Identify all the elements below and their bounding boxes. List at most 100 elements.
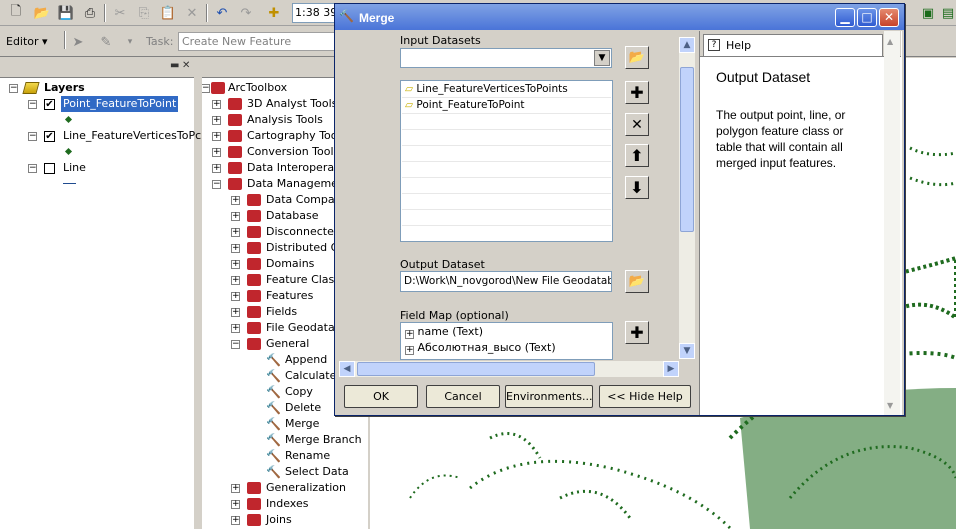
toolbox-item[interactable]: 3D Analyst Tools: [247, 96, 337, 112]
undo-icon[interactable]: ↶: [212, 3, 232, 23]
toolset-item[interactable]: Joins: [266, 512, 292, 528]
sketch-dropdown-icon[interactable]: ▾: [120, 32, 140, 52]
expand-icon[interactable]: +: [231, 324, 240, 333]
collapse-icon[interactable]: −: [231, 340, 240, 349]
editor-menu-button[interactable]: Editor ▾: [6, 35, 48, 48]
cut-icon[interactable]: ✂: [110, 3, 130, 23]
expand-icon[interactable]: +: [231, 484, 240, 493]
cancel-button[interactable]: Cancel: [426, 385, 500, 408]
toolset-item[interactable]: Generalization: [266, 480, 346, 496]
scroll-right-icon[interactable]: ▶: [663, 361, 679, 377]
expand-icon[interactable]: +: [212, 100, 221, 109]
scroll-up-icon[interactable]: ▲: [679, 37, 695, 53]
minimize-button[interactable]: ▁: [835, 8, 855, 27]
scroll-down-icon[interactable]: ▼: [679, 343, 695, 359]
edit-tool-icon[interactable]: ➤: [68, 32, 88, 52]
expand-icon[interactable]: +: [231, 260, 240, 269]
ok-button[interactable]: OK: [344, 385, 418, 408]
expand-icon[interactable]: +: [212, 116, 221, 125]
expand-icon[interactable]: +: [405, 330, 414, 339]
redo-icon[interactable]: ↷: [236, 3, 256, 23]
add-button[interactable]: ✚: [625, 81, 649, 104]
close-button[interactable]: ✕: [879, 8, 899, 27]
expand-icon[interactable]: +: [405, 346, 414, 355]
input-datasets-dropdown[interactable]: ▼: [400, 48, 612, 68]
toolset-item[interactable]: General: [266, 336, 309, 352]
scroll-up-icon[interactable]: ▲: [887, 37, 893, 46]
sketch-tool-icon[interactable]: ✎: [96, 32, 116, 52]
scroll-thumb[interactable]: [357, 362, 595, 376]
tool-item[interactable]: Delete: [285, 400, 321, 416]
toolset-item[interactable]: File Geodatab: [266, 320, 342, 336]
collapse-icon[interactable]: −: [212, 180, 221, 189]
list-item[interactable]: ▱ Line_FeatureVerticesToPoints: [402, 82, 611, 98]
toolset-item[interactable]: Features: [266, 288, 313, 304]
help-scrollbar[interactable]: ▲ ▼: [884, 31, 900, 415]
expand-icon[interactable]: +: [231, 276, 240, 285]
save-icon[interactable]: 💾: [56, 3, 76, 23]
move-down-button[interactable]: ⬇: [625, 176, 649, 199]
toolset-item[interactable]: Disconnected: [266, 224, 341, 240]
toolset-item[interactable]: Domains: [266, 256, 314, 272]
toolset-item[interactable]: Feature Class: [266, 272, 340, 288]
field-map-item[interactable]: + Абсолютная_высо (Text): [405, 340, 556, 356]
environments-button[interactable]: Environments...: [505, 385, 593, 408]
copy-icon[interactable]: ⎘: [134, 3, 154, 23]
hide-help-button[interactable]: << Hide Help: [599, 385, 691, 408]
move-up-button[interactable]: ⬆: [625, 144, 649, 167]
add-field-button[interactable]: ✚: [625, 321, 649, 344]
expand-icon[interactable]: +: [212, 164, 221, 173]
browse-output-button[interactable]: 📂: [625, 270, 649, 293]
map-scale-field[interactable]: 1:38 39: [292, 3, 340, 23]
list-item[interactable]: ▱ Point_FeatureToPoint: [402, 98, 611, 114]
tool-item[interactable]: Append: [285, 352, 327, 368]
layer-item[interactable]: Line_FeatureVerticesToPc: [63, 128, 201, 144]
delete-icon[interactable]: ✕: [182, 3, 202, 23]
scroll-down-icon[interactable]: ▼: [887, 401, 893, 410]
tool-item[interactable]: Select Data: [285, 464, 349, 480]
layout-tool-icon[interactable]: ▤: [938, 3, 956, 23]
paste-icon[interactable]: 📋: [158, 3, 178, 23]
open-icon[interactable]: 📂: [32, 3, 52, 23]
expand-icon[interactable]: +: [231, 516, 240, 525]
collapse-icon[interactable]: −: [202, 84, 210, 93]
close-icon[interactable]: ✕: [182, 61, 192, 71]
dropdown-arrow-icon[interactable]: ▼: [594, 50, 610, 66]
layer-visibility-checkbox[interactable]: [44, 163, 55, 174]
merge-title-bar[interactable]: 🔨 Merge ▁ □ ✕: [335, 4, 904, 30]
toolset-item[interactable]: Database: [266, 208, 319, 224]
toolbox-item[interactable]: Conversion Tools: [247, 144, 339, 160]
task-select[interactable]: Create New Feature: [178, 32, 338, 51]
expand-icon[interactable]: +: [231, 228, 240, 237]
form-vertical-scrollbar[interactable]: ▲ ▼: [679, 37, 695, 359]
expand-icon[interactable]: +: [231, 244, 240, 253]
expand-icon[interactable]: +: [212, 132, 221, 141]
maximize-button[interactable]: □: [857, 8, 877, 27]
input-datasets-list[interactable]: ▱ Line_FeatureVerticesToPoints ▱ Point_F…: [400, 80, 613, 242]
new-doc-icon[interactable]: 🗋: [6, 3, 26, 23]
layer-visibility-checkbox[interactable]: ✔: [44, 131, 55, 142]
browse-input-button[interactable]: 📂: [625, 46, 649, 69]
collapse-icon[interactable]: −: [28, 164, 37, 173]
collapse-icon[interactable]: −: [28, 100, 37, 109]
toolbox-item[interactable]: Analysis Tools: [247, 112, 323, 128]
pin-icon[interactable]: ▬: [170, 61, 180, 71]
form-horizontal-scrollbar[interactable]: ◀ ▶: [339, 361, 679, 377]
expand-icon[interactable]: +: [231, 308, 240, 317]
field-map-list[interactable]: + name (Text) + Абсолютная_высо (Text): [400, 322, 613, 360]
collapse-icon[interactable]: −: [28, 132, 37, 141]
output-dataset-field[interactable]: D:\Work\N_novgorod\New File Geodataba: [400, 271, 612, 292]
toolbox-root-label[interactable]: ArcToolbox: [228, 80, 287, 96]
tool-item[interactable]: Rename: [285, 448, 330, 464]
toolbox-item[interactable]: Cartography Tools: [247, 128, 346, 144]
expand-icon[interactable]: +: [212, 148, 221, 157]
tool-item[interactable]: Merge: [285, 416, 319, 432]
tool-item[interactable]: Copy: [285, 384, 313, 400]
expand-icon[interactable]: +: [231, 196, 240, 205]
field-map-item[interactable]: + name (Text): [405, 324, 483, 340]
map-tool-icon[interactable]: ▣: [918, 3, 938, 23]
toolset-item[interactable]: Fields: [266, 304, 297, 320]
print-icon[interactable]: ⎙: [80, 3, 100, 23]
scroll-thumb[interactable]: [680, 67, 694, 232]
add-data-icon[interactable]: ✚: [264, 3, 284, 23]
